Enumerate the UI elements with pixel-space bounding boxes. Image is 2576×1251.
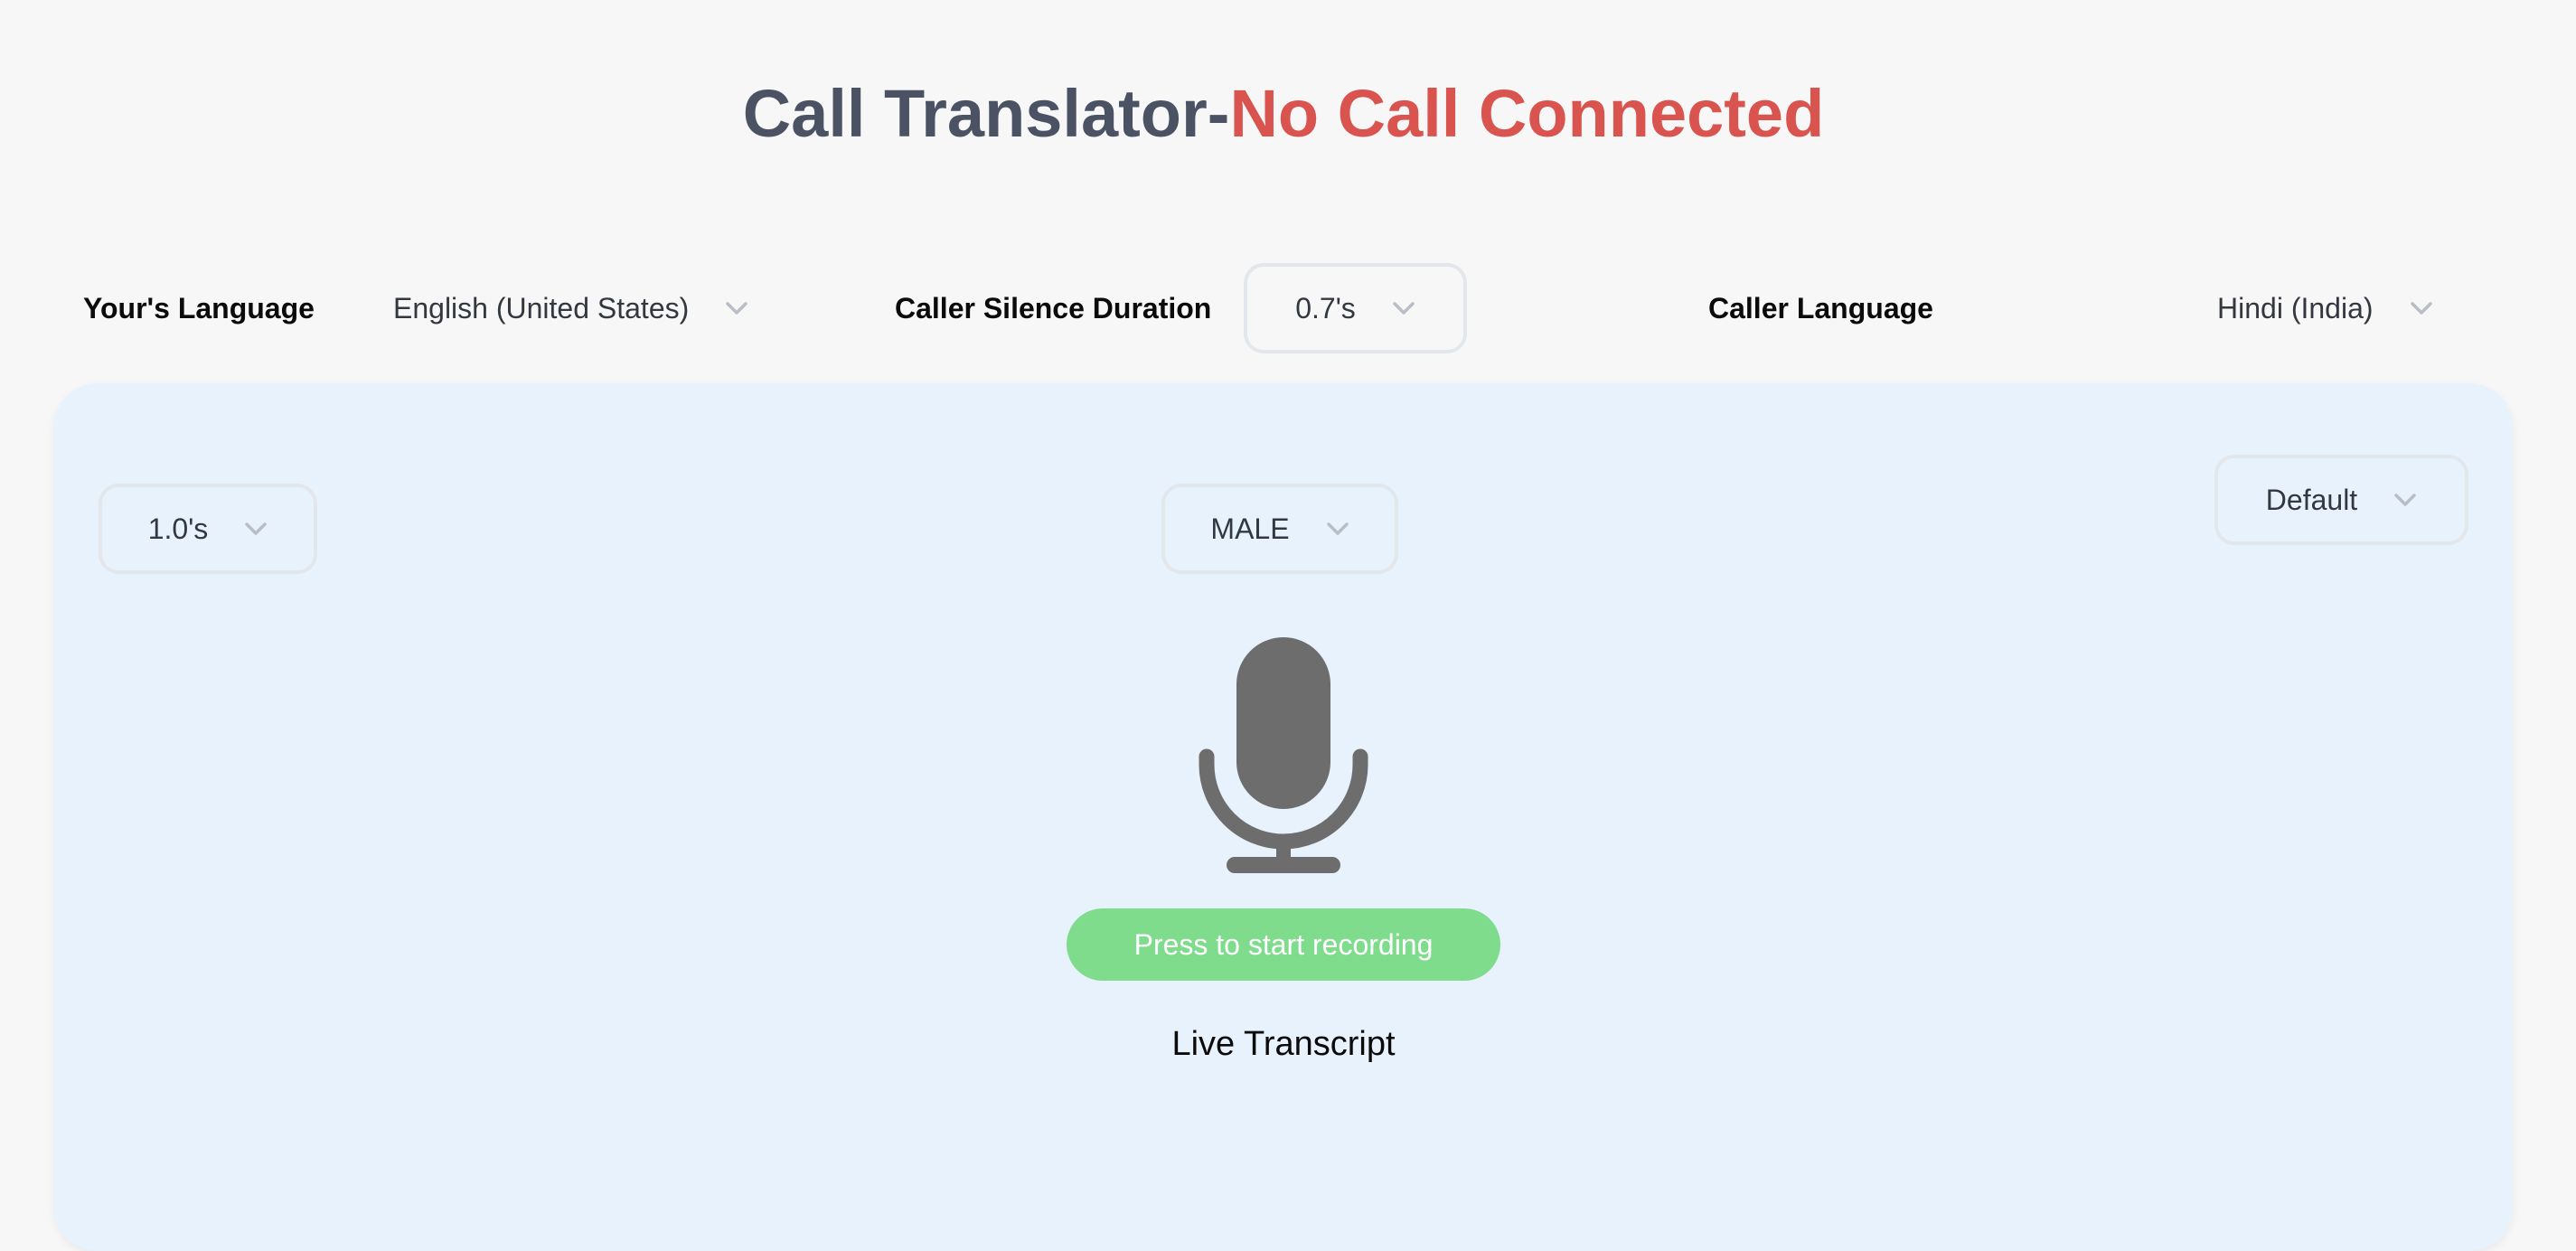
live-transcript-heading: Live Transcript: [1171, 1025, 1396, 1063]
call-translator-page: Call Translator-No Call Connected Your's…: [0, 0, 2576, 1251]
silence-duration-value: 1.0's: [147, 513, 209, 545]
app-title: Call Translator-: [742, 76, 1230, 151]
voice-gender-select[interactable]: MALE: [1161, 484, 1398, 574]
caller-silence-duration-value: 0.7's: [1295, 292, 1356, 325]
your-language-label: Your's Language: [83, 292, 315, 325]
page-title: Call Translator-No Call Connected: [0, 69, 2567, 159]
voice-gender-value: MALE: [1210, 513, 1290, 545]
voice-select[interactable]: Default: [2214, 455, 2468, 545]
caller-language-label: Caller Language: [1708, 292, 1933, 325]
caller-language-value: Hindi (India): [2217, 292, 2374, 325]
your-language-select[interactable]: English (United States): [393, 286, 748, 331]
caller-silence-duration-select[interactable]: 0.7's: [1244, 263, 1467, 353]
chevron-down-icon: [1392, 301, 1415, 315]
chevron-down-icon: [2410, 301, 2433, 315]
voice-value: Default: [2265, 484, 2358, 516]
caller-language-select[interactable]: Hindi (India): [2217, 286, 2433, 331]
start-recording-button[interactable]: Press to start recording: [1067, 908, 1500, 981]
chevron-down-icon: [244, 522, 268, 536]
microphone-icon[interactable]: [1198, 635, 1369, 875]
chevron-down-icon: [2393, 493, 2417, 507]
silence-duration-select[interactable]: 1.0's: [99, 484, 317, 574]
chevron-down-icon: [725, 301, 748, 315]
call-status: No Call Connected: [1229, 76, 1825, 151]
caller-silence-duration-label: Caller Silence Duration: [895, 292, 1212, 325]
your-language-value: English (United States): [393, 292, 690, 325]
chevron-down-icon: [1326, 522, 1349, 536]
